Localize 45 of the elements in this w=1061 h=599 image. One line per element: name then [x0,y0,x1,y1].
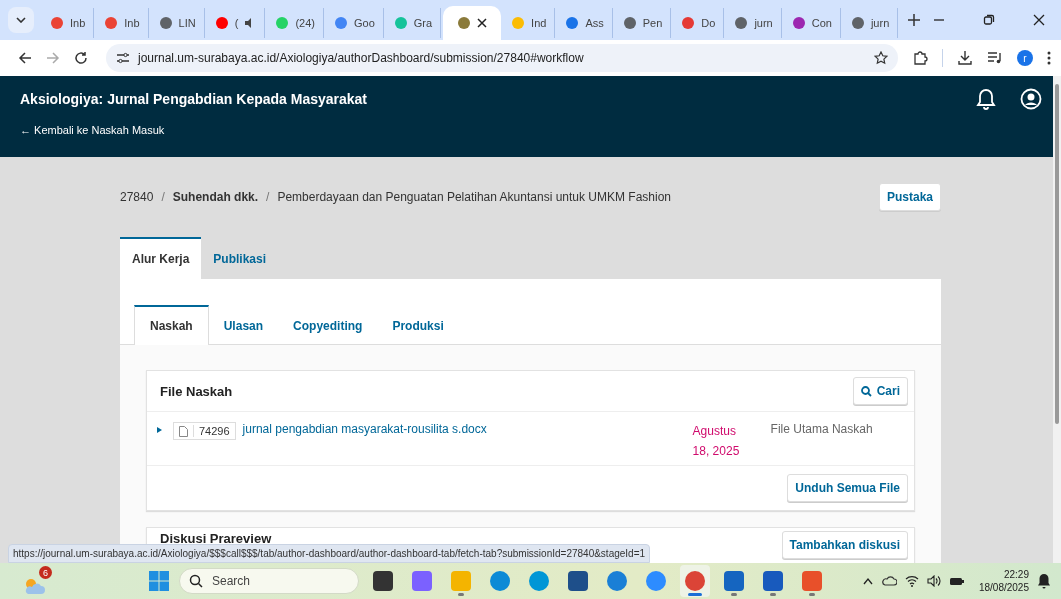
stage-tab[interactable]: Ulasan [208,305,279,345]
breadcrumb-item: 27840 [120,190,154,204]
browser-tab[interactable]: Ind [503,8,556,38]
back-link[interactable]: ← Kembali ke Naskah Masuk [20,124,1033,136]
breadcrumb-item: Pemberdayaan dan Penguatan Pelatihan Akuntansi untuk UMKM Fashion [277,190,671,204]
file-type: File Utama Naskah [770,422,873,436]
address-field[interactable]: journal.um-surabaya.ac.id/Axiologiya/authorDashboard/submission/27840#workflow [106,44,898,72]
browser-tab[interactable]: Pen [614,8,672,38]
file-id-badge: 74296 [173,422,236,440]
browser-tab[interactable]: ( [206,8,266,38]
library-button[interactable]: Pustaka [878,183,941,211]
breadcrumb-separator: / [266,190,270,204]
breadcrumb-separator: / [161,190,165,204]
download-all-button[interactable]: Unduh Semua File [787,474,908,502]
browser-tab[interactable]: Inb [42,8,95,38]
workflow-tab[interactable]: Publikasi [201,237,279,279]
browser-tab[interactable]: jurn [842,8,899,38]
file-date: Agustus 18, 2025 [692,423,741,460]
browser-tab[interactable]: Do [673,8,725,38]
card-title: Diskusi Prareview [160,531,272,546]
search-button[interactable]: Cari [852,377,908,405]
workflow-tab[interactable]: Alur Kerja [120,237,202,279]
clock[interactable]: 22:29 18/08/2025 [978,568,1029,594]
time: 22:29 [1003,568,1029,581]
stage-tab[interactable]: Produksi [377,305,459,345]
stage-tab[interactable]: Copyediting [278,305,378,345]
card-title: File Naskah [160,383,233,399]
date: 18/08/2025 [978,581,1029,594]
file-link[interactable]: jurnal pengabdian masyarakat-rousilita s.docx [242,422,693,436]
browser-tab[interactable]: jurn [726,8,782,38]
browser-tab[interactable]: LIN [150,8,205,38]
notification-badge: 6 [39,566,52,579]
browser-tab[interactable]: Ass [557,8,613,38]
browser-tab[interactable]: Gra [385,8,442,38]
add-discussion-button[interactable]: Tambahkan diskusi [781,531,908,559]
stage-tab[interactable]: Naskah [134,305,209,345]
browser-tab[interactable]: Inb [96,8,149,38]
breadcrumb-item: Suhendah dkk. [172,190,259,204]
browser-tab[interactable]: (24) [267,8,324,38]
browser-tab[interactable]: Goo [325,8,384,38]
profile-avatar[interactable]: r [1017,50,1033,66]
journal-title: Aksiologiya: Jurnal Pengabdian Kepada Masyarakat [20,91,367,107]
status-url: https://journal.um-surabaya.ac.id/Axiologiya/$$$call$$$/tab/author-dashboard/author-dashboard-tab/fetch-tab?submissionId=27840&stageId=1 [8,544,651,563]
browser-tab[interactable]: Con [783,8,841,38]
taskbar-search-field[interactable]: Search [179,568,359,594]
